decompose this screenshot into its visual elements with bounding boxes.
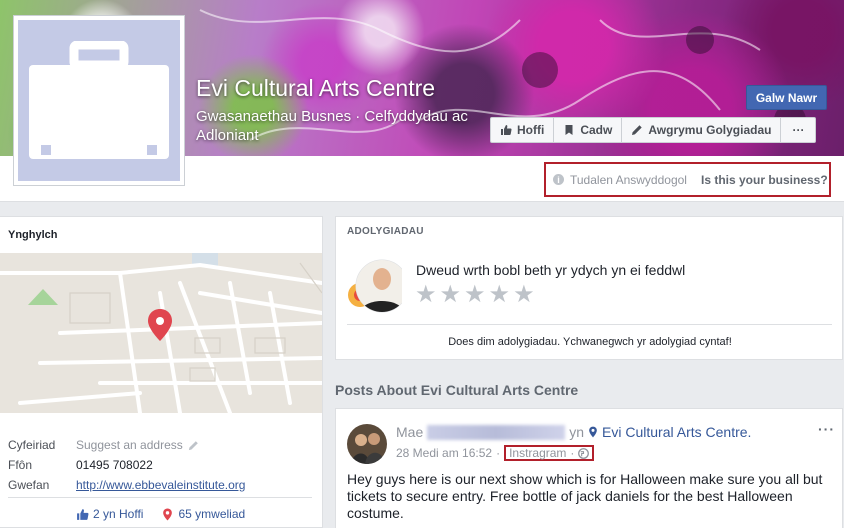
- website-link[interactable]: http://www.ebbevaleinstitute.org: [76, 478, 245, 492]
- star-icon[interactable]: ★: [513, 283, 535, 307]
- meta-dot: ·: [496, 446, 501, 460]
- reviews-divider: [347, 324, 832, 325]
- suggest-address-link[interactable]: Suggest an address: [76, 438, 183, 452]
- visits-count: 65 ymweliad: [178, 507, 246, 521]
- star-rating-input[interactable]: ★ ★ ★ ★ ★: [415, 283, 535, 307]
- page-stats: 2 yn Hoffi 65 ymweliad: [76, 507, 245, 521]
- post-prefix: Mae: [396, 424, 424, 440]
- more-icon: ···: [792, 123, 805, 137]
- post-timestamp[interactable]: 28 Medi am 16:52: [396, 446, 492, 460]
- suggest-edits-label: Awgrymu Golygiadau: [648, 123, 772, 137]
- phone-row: Ffôn 01495 708022: [8, 455, 312, 475]
- map-graphic: [0, 253, 322, 413]
- like-button[interactable]: Hoffi: [491, 118, 555, 142]
- thumbs-up-icon: [501, 125, 512, 135]
- posts-heading: Posts About Evi Cultural Arts Centre: [335, 382, 579, 398]
- briefcase-icon: [29, 40, 169, 159]
- address-key: Cyfeiriad: [8, 438, 56, 452]
- meta-dot: ·: [570, 446, 575, 460]
- profile-picture[interactable]: [13, 15, 185, 186]
- post-body: Hey guys here is our next show which is …: [347, 471, 823, 521]
- website-row: Gwefan http://www.ebbevaleinstitute.org: [8, 475, 312, 495]
- phone-key: Ffôn: [8, 458, 33, 472]
- post-meta: 28 Medi am 16:52 · Instragram ·: [396, 445, 595, 461]
- star-icon[interactable]: ★: [489, 283, 511, 307]
- more-options-button[interactable]: ···: [781, 118, 815, 142]
- likes-count: 2 yn Hoffi: [93, 507, 144, 521]
- pencil-icon: [632, 125, 643, 135]
- location-map[interactable]: [0, 253, 322, 413]
- website-key: Gwefan: [8, 478, 50, 492]
- call-now-button[interactable]: Galw Nawr: [746, 85, 827, 110]
- claim-business-link[interactable]: Is this your business?: [701, 173, 828, 187]
- about-card: Ynghylch Cyfeiriad Suggest an address Ff…: [0, 216, 323, 528]
- address-row: Cyfeiriad Suggest an address: [8, 435, 312, 455]
- unofficial-label: Tudalen Answyddogol: [570, 172, 687, 187]
- post-source-highlight: Instragram ·: [504, 445, 595, 461]
- phone-value[interactable]: 01495 708022: [76, 458, 153, 472]
- star-icon[interactable]: ★: [415, 283, 437, 307]
- save-label: Cadw: [580, 123, 613, 137]
- location-pin-icon: [589, 426, 597, 438]
- page-actions-bar: Hoffi Cadw Awgrymu Golygiadau ···: [490, 117, 817, 143]
- star-icon[interactable]: ★: [464, 283, 486, 307]
- likes-stat[interactable]: 2 yn Hoffi: [76, 507, 143, 521]
- visits-stat[interactable]: 65 ymweliad: [161, 507, 245, 521]
- about-divider: [8, 497, 312, 498]
- globe-icon[interactable]: [578, 447, 590, 459]
- post-location-link[interactable]: Evi Cultural Arts Centre.: [602, 424, 751, 440]
- post-options-button[interactable]: ···: [818, 421, 835, 437]
- unofficial-page-notice: i Tudalen Answyddogol Is this your busin…: [544, 162, 831, 197]
- info-icon: i: [553, 174, 564, 185]
- post-author-name-redacted[interactable]: [427, 424, 566, 440]
- save-button[interactable]: Cadw: [554, 118, 623, 142]
- thumbs-up-icon: [77, 508, 89, 520]
- about-heading[interactable]: Ynghylch: [8, 229, 58, 241]
- page-category[interactable]: Gwasanaethau Busnes · Celfyddydau ac Adl…: [196, 107, 496, 145]
- about-info-rows: Cyfeiriad Suggest an address Ffôn 01495 …: [8, 435, 312, 495]
- post-card: Mae yn Evi Cultural Arts Centre. 28 Medi…: [335, 408, 843, 528]
- reviews-empty-message: Does dim adolygiadau. Ychwanegwch yr ado…: [448, 336, 732, 348]
- like-label: Hoffi: [517, 123, 545, 137]
- post-source[interactable]: Instragram: [509, 446, 566, 460]
- bookmark-icon: [565, 125, 573, 135]
- page-title[interactable]: Evi Cultural Arts Centre: [196, 75, 435, 102]
- pencil-icon[interactable]: [188, 440, 199, 451]
- reviews-card: ADOLYGIADAU Dweud wrth bobl beth yr ydyc…: [335, 216, 843, 360]
- star-icon[interactable]: ★: [440, 283, 462, 307]
- post-header: Mae yn Evi Cultural Arts Centre.: [396, 424, 751, 440]
- suggest-edits-button[interactable]: Awgrymu Golygiadau: [622, 118, 782, 142]
- post-author-avatar[interactable]: [347, 424, 387, 464]
- review-prompt[interactable]: Dweud wrth bobl beth yr ydych yn ei fedd…: [416, 262, 685, 278]
- reviewer-avatar: [348, 259, 402, 313]
- checkin-icon: [163, 508, 173, 520]
- post-in-word: yn: [569, 424, 585, 440]
- reviews-heading: ADOLYGIADAU: [347, 226, 424, 237]
